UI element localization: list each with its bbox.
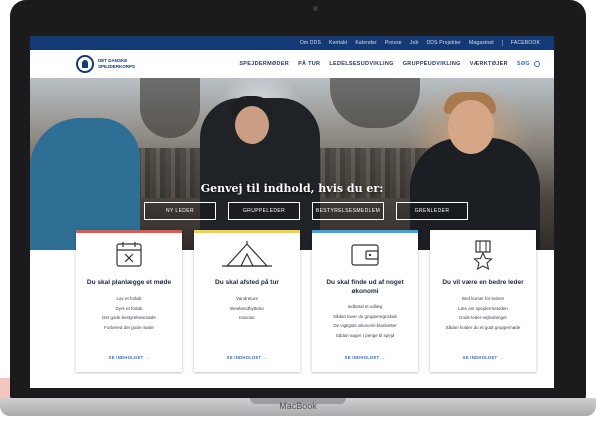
topic-cards: Du skal planlægge et møde Lav et forløb … [76,230,536,374]
calendar-icon [116,242,142,267]
card-title: Du skal planlægge et møde [86,279,172,286]
utility-link-dds-projekter[interactable]: DDS Projekter [426,40,461,46]
card-links: Bed kurser for ledere Læs om spejdermeto… [430,294,536,332]
card-link[interactable]: Det gode bestyrelsesmøde [76,313,182,323]
card-title: Du vil være en bedre leder [442,279,524,286]
search-button-label[interactable]: SØG [517,61,530,67]
card-link[interactable]: Bed kurser for ledere [430,294,536,304]
card-link[interactable]: Vandreture [194,294,300,304]
see-content-link[interactable]: SE INDHOLDET → [194,355,300,360]
card-link[interactable]: Sådan holder du et godt gruppemøde [430,323,536,333]
card-accent [76,230,182,233]
logo-icon[interactable] [76,55,94,73]
utility-link-om-dds[interactable]: Om DDS [300,40,321,46]
card-link[interactable]: Kanotur [194,313,300,323]
card-links: Indbetal et udlæg Sådan laver du grupper… [312,302,418,340]
card-link[interactable]: Sådan laver du grupperegnskab [312,312,418,322]
hero-shortcuts: NY LEDER GRUPPELEDER BESTYRELSESMEDLEM G… [144,202,468,222]
page-footer-area [30,374,554,388]
photo-face [448,100,494,154]
tent-icon [222,241,272,267]
card-link[interactable]: Weekendhyttetur [194,304,300,314]
menu-item-vaerktojer[interactable]: VÆRKTØJER [470,61,508,67]
utility-link-kontakt[interactable]: Kontakt [329,40,347,46]
main-header: DET DANSKE SPEJDERKORPS SPEJDERMØDER PÅ … [30,50,554,78]
see-content-link[interactable]: SE INDHOLDET → [76,355,182,360]
hero-banner: Genvej til indhold, hvis du er: NY LEDER… [30,78,554,250]
card-accent [312,230,418,233]
shortcut-gruppeleder-button[interactable]: GRUPPELEDER [228,202,300,220]
card-accent [430,230,536,233]
utility-link-facebook[interactable]: FACEBOOK [511,40,540,46]
card-bedre-leder[interactable]: Du vil være en bedre leder Bed kurser fo… [430,230,536,372]
divider [501,40,503,46]
card-links: Lav et forløb Dyrk et forløb Det gode be… [76,294,182,332]
menu-item-spejdermoder[interactable]: SPEJDERMØDER [239,61,289,67]
menu-item-paa-tur[interactable]: PÅ TUR [298,61,320,67]
hero-title: Genvej til indhold, hvis du er: [200,182,384,195]
card-link[interactable]: Sådan søger I penge til spejd [312,331,418,341]
main-menu: SPEJDERMØDER PÅ TUR LEDELSESUDVIKLING GR… [239,50,540,78]
card-link[interactable]: De vigtigste økonomi-blanketter [312,321,418,331]
menu-item-gruppeudvikling[interactable]: GRUPPEUDVIKLING [403,61,461,67]
card-link[interactable]: Indbetal et udlæg [312,302,418,312]
utility-links: Om DDS Kontakt Kalender Presse Job DDS P… [300,36,540,50]
photo-face [235,106,269,144]
camera-icon [313,6,318,11]
search-icon[interactable] [534,61,540,67]
device-label: MacBook [279,401,317,411]
card-link[interactable]: Forbered det gode møde [76,323,182,333]
background-tree [140,78,200,138]
utility-link-presse[interactable]: Presse [385,40,402,46]
medal-icon [473,240,493,270]
card-accent [194,230,300,233]
card-link[interactable]: Læs om spejdermetoden [430,304,536,314]
utility-bar: Om DDS Kontakt Kalender Presse Job DDS P… [30,36,554,50]
see-content-link[interactable]: SE INDHOLDET → [312,355,418,360]
screen: Om DDS Kontakt Kalender Presse Job DDS P… [30,36,554,388]
shortcut-grenleder-button[interactable]: GRENLEDER [396,202,468,220]
shortcut-bestyrelsesmedlem-button[interactable]: BESTYRELSESMEDLEM [312,202,384,220]
background-tree [330,78,420,128]
menu-item-ledelsesudvikling[interactable]: LEDELSESUDVIKLING [329,61,393,67]
card-link[interactable]: Lav et forløb [76,294,182,304]
card-afsted-paa-tur[interactable]: Du skal afsted på tur Vandreture Weekend… [194,230,300,372]
card-planlaegge-moede[interactable]: Du skal planlægge et møde Lav et forløb … [76,230,182,372]
card-link[interactable]: Gode leder-vejledninger [430,313,536,323]
utility-link-magasinet[interactable]: Magasinet [469,40,494,46]
card-oekonomi[interactable]: Du skal finde ud af noget økonomi Indbet… [312,230,418,372]
logo-text[interactable]: DET DANSKE SPEJDERKORPS [98,58,138,70]
wallet-icon [351,244,379,266]
card-link[interactable]: Dyrk et forløb [76,304,182,314]
laptop-mockup: Om DDS Kontakt Kalender Presse Job DDS P… [0,0,596,422]
card-title: Du skal finde ud af noget økonomi [326,279,404,295]
utility-link-kalender[interactable]: Kalender [355,40,377,46]
shortcut-ny-leder-button[interactable]: NY LEDER [144,202,216,220]
card-title: Du skal afsted på tur [215,279,279,286]
card-links: Vandreture Weekendhyttetur Kanotur [194,294,300,323]
see-content-link[interactable]: SE INDHOLDET → [430,355,536,360]
utility-link-job[interactable]: Job [410,40,419,46]
